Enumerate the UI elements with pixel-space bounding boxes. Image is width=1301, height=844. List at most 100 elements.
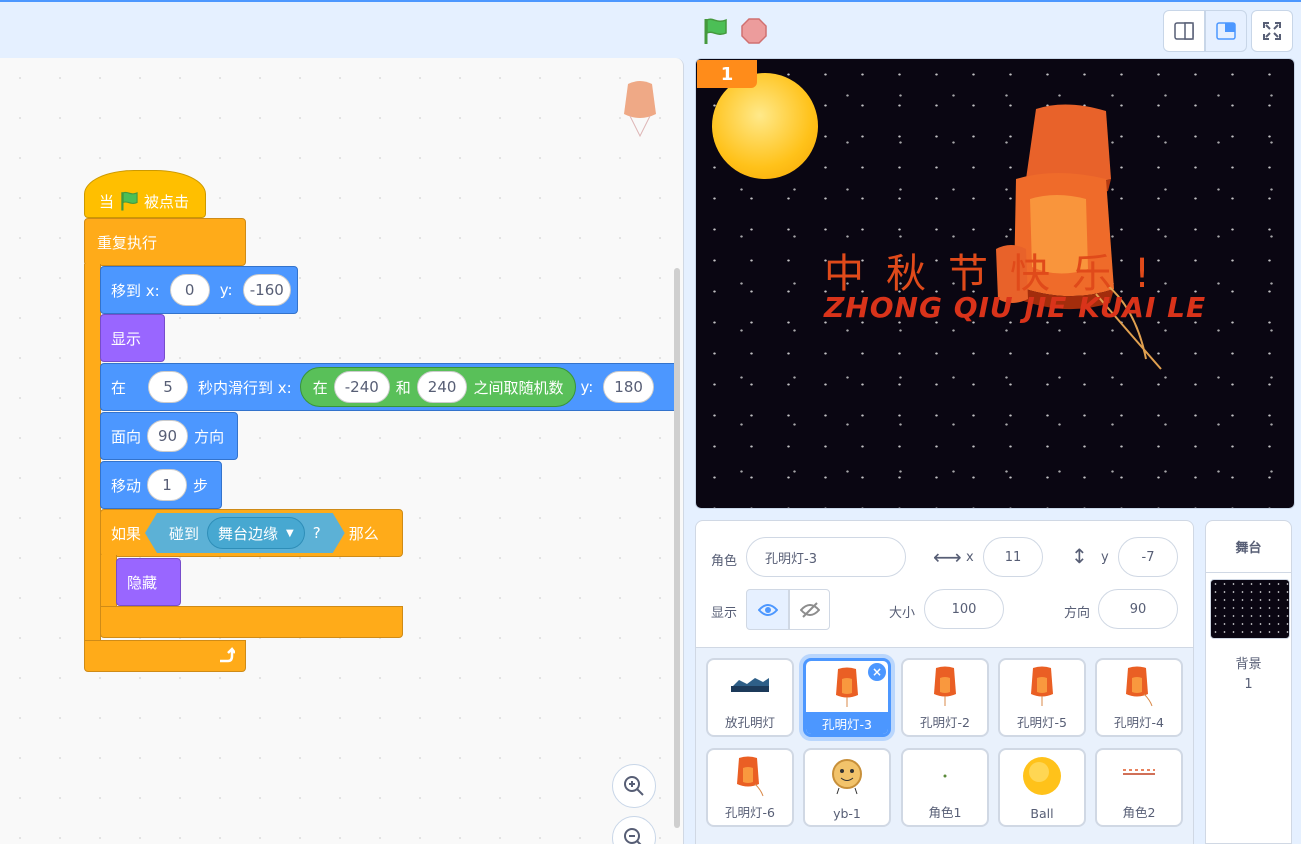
glide-y-label: y:	[580, 378, 594, 396]
lanterns-sprite[interactable]	[996, 99, 1176, 379]
dots-thumb-icon	[1123, 769, 1155, 775]
show-hidden-button[interactable]	[789, 589, 830, 630]
sprite-name: 角色1	[928, 805, 962, 820]
sprite-tile[interactable]: 孔明灯-4	[1095, 658, 1183, 737]
y-arrows-icon: ↕	[1071, 544, 1088, 568]
sprite-tile[interactable]: Ball	[998, 748, 1086, 827]
zoom-out-button[interactable]	[612, 816, 656, 844]
dropdown-arrow-icon: ▼	[286, 527, 294, 539]
glide-secs-input[interactable]: 5	[148, 371, 189, 403]
sprite-name: 孔明灯-2	[920, 715, 970, 730]
forever-label: 重复执行	[97, 233, 158, 252]
zoom-in-icon	[624, 776, 644, 796]
move-value-input[interactable]: 1	[147, 469, 188, 501]
lantern-thumb-icon	[934, 666, 956, 706]
if-block[interactable]: 如果 碰到 舞台边缘 ▼ ? 那么	[100, 509, 403, 557]
forever-arm	[84, 264, 101, 644]
glide-y-input[interactable]: 180	[603, 371, 654, 403]
y-input[interactable]: -7	[1118, 537, 1178, 577]
sprite-name: 放孔明灯	[724, 715, 775, 730]
x-input[interactable]: 11	[983, 537, 1043, 577]
sprite-tile[interactable]: 放孔明灯	[706, 658, 794, 737]
point-label: 面向	[111, 427, 142, 446]
sprite-tile[interactable]: 孔明灯-2	[901, 658, 989, 737]
loop-arrow-icon	[220, 647, 235, 663]
stage-selector[interactable]: 舞台 背景 1	[1205, 520, 1292, 844]
y-label: y	[1101, 550, 1109, 565]
sprite-name: 孔明灯-4	[1114, 715, 1164, 730]
sprite-tile[interactable]: 孔明灯-5	[998, 658, 1086, 737]
lantern-thumb-icon	[1031, 666, 1053, 706]
then-label: 那么	[348, 524, 379, 543]
show-toggle-label: 显示	[711, 606, 738, 621]
stop-icon[interactable]	[740, 17, 768, 45]
show-visible-button[interactable]	[746, 589, 789, 630]
random-to-input[interactable]: 240	[416, 371, 468, 403]
sprite-name: Ball	[1030, 806, 1054, 821]
move-suffix-label: 步	[193, 476, 209, 495]
fullscreen-button[interactable]	[1251, 10, 1293, 52]
sprite-tile[interactable]: 角色2	[1095, 748, 1183, 827]
size-input[interactable]: 100	[924, 589, 1004, 629]
direction-input[interactable]: 90	[1098, 589, 1178, 629]
move-steps-block[interactable]: 移动 1 步	[100, 461, 222, 509]
size-label: 大小	[889, 606, 916, 621]
small-stage-icon	[1174, 22, 1194, 40]
forever-bottom	[84, 640, 246, 672]
random-from-input[interactable]: -240	[333, 371, 390, 403]
large-stage-icon	[1216, 22, 1236, 40]
moon-sprite[interactable]	[712, 73, 818, 179]
eye-hidden-icon	[799, 601, 820, 618]
sprite-name: 孔明灯-5	[1017, 715, 1067, 730]
glide-label: 秒内滑行到 x:	[198, 378, 292, 397]
sprite-tile[interactable]: 角色1	[901, 748, 989, 827]
backdrop-thumbnail[interactable]	[1210, 579, 1290, 639]
point-value-input[interactable]: 90	[147, 420, 189, 452]
script-area[interactable]: 当 被点击 重复执行 移到 x: 0 y: -160 显示 在 5 秒内滑行到 …	[0, 58, 684, 844]
forever-block[interactable]: 重复执行	[84, 218, 246, 266]
point-direction-block[interactable]: 面向 90 方向	[100, 412, 238, 460]
touching-q-label: ?	[312, 524, 321, 542]
goto-x-input[interactable]: 0	[169, 274, 210, 306]
if-arm	[100, 555, 117, 607]
hat-when-label: 当	[99, 192, 115, 211]
x-arrows-icon: ⟷	[933, 545, 962, 569]
fullscreen-icon	[1263, 22, 1281, 40]
touching-block[interactable]: 碰到 舞台边缘 ▼ ?	[145, 513, 345, 553]
eye-icon	[757, 603, 778, 616]
green-flag-icon	[121, 191, 138, 211]
goto-y-input[interactable]: -160	[242, 274, 291, 306]
sprite-name-input[interactable]: 孔明灯-3	[746, 537, 906, 577]
when-flag-clicked-block[interactable]: 当 被点击	[84, 170, 206, 218]
glide-block[interactable]: 在 5 秒内滑行到 x: 在 -240 和 240 之间取随机数 y: 180	[100, 363, 676, 411]
large-stage-button[interactable]	[1205, 10, 1247, 52]
sprite-tile[interactable]: 孔明灯-6	[706, 748, 794, 827]
sprite-name: 孔明灯-6	[725, 805, 775, 820]
goto-label: 移到 x:	[111, 281, 160, 300]
show-block[interactable]: 显示	[100, 314, 165, 362]
touching-label: 碰到	[169, 524, 200, 543]
random-block[interactable]: 在 -240 和 240 之间取随机数	[299, 367, 577, 407]
hide-block[interactable]: 隐藏	[116, 558, 181, 606]
script-scrollbar[interactable]	[674, 268, 680, 828]
sprite-list: 放孔明灯 × 孔明灯-3 孔明灯-2 孔明灯-5 孔明灯-4 孔明灯-6 yb-…	[696, 647, 1193, 844]
glide-in-label: 在	[111, 378, 127, 397]
random-in-label: 在	[312, 378, 328, 397]
sprite-tile[interactable]: yb-1	[803, 748, 891, 827]
current-sprite-watermark	[620, 80, 660, 146]
touching-target-dropdown[interactable]: 舞台边缘 ▼	[207, 517, 305, 549]
random-label: 之间取随机数	[473, 378, 564, 397]
hat-clicked-label: 被点击	[144, 192, 190, 211]
show-label: 显示	[111, 329, 142, 348]
green-flag-icon[interactable]	[700, 16, 730, 46]
sprite-tile-selected[interactable]: × 孔明灯-3	[803, 658, 891, 737]
if-bottom	[100, 606, 403, 638]
goto-xy-block[interactable]: 移到 x: 0 y: -160	[100, 266, 298, 314]
delete-sprite-icon[interactable]: ×	[868, 663, 886, 681]
zoom-in-button[interactable]	[612, 764, 656, 808]
stage[interactable]: 1 中秋节快乐! ZHONG QIU JIE KUAI LE	[695, 58, 1295, 509]
pinyin-text: ZHONG QIU JIE KUAI LE	[824, 291, 1207, 324]
small-stage-button[interactable]	[1163, 10, 1205, 52]
scene-thumb-icon	[731, 678, 769, 692]
touching-target-label: 舞台边缘	[218, 524, 279, 543]
